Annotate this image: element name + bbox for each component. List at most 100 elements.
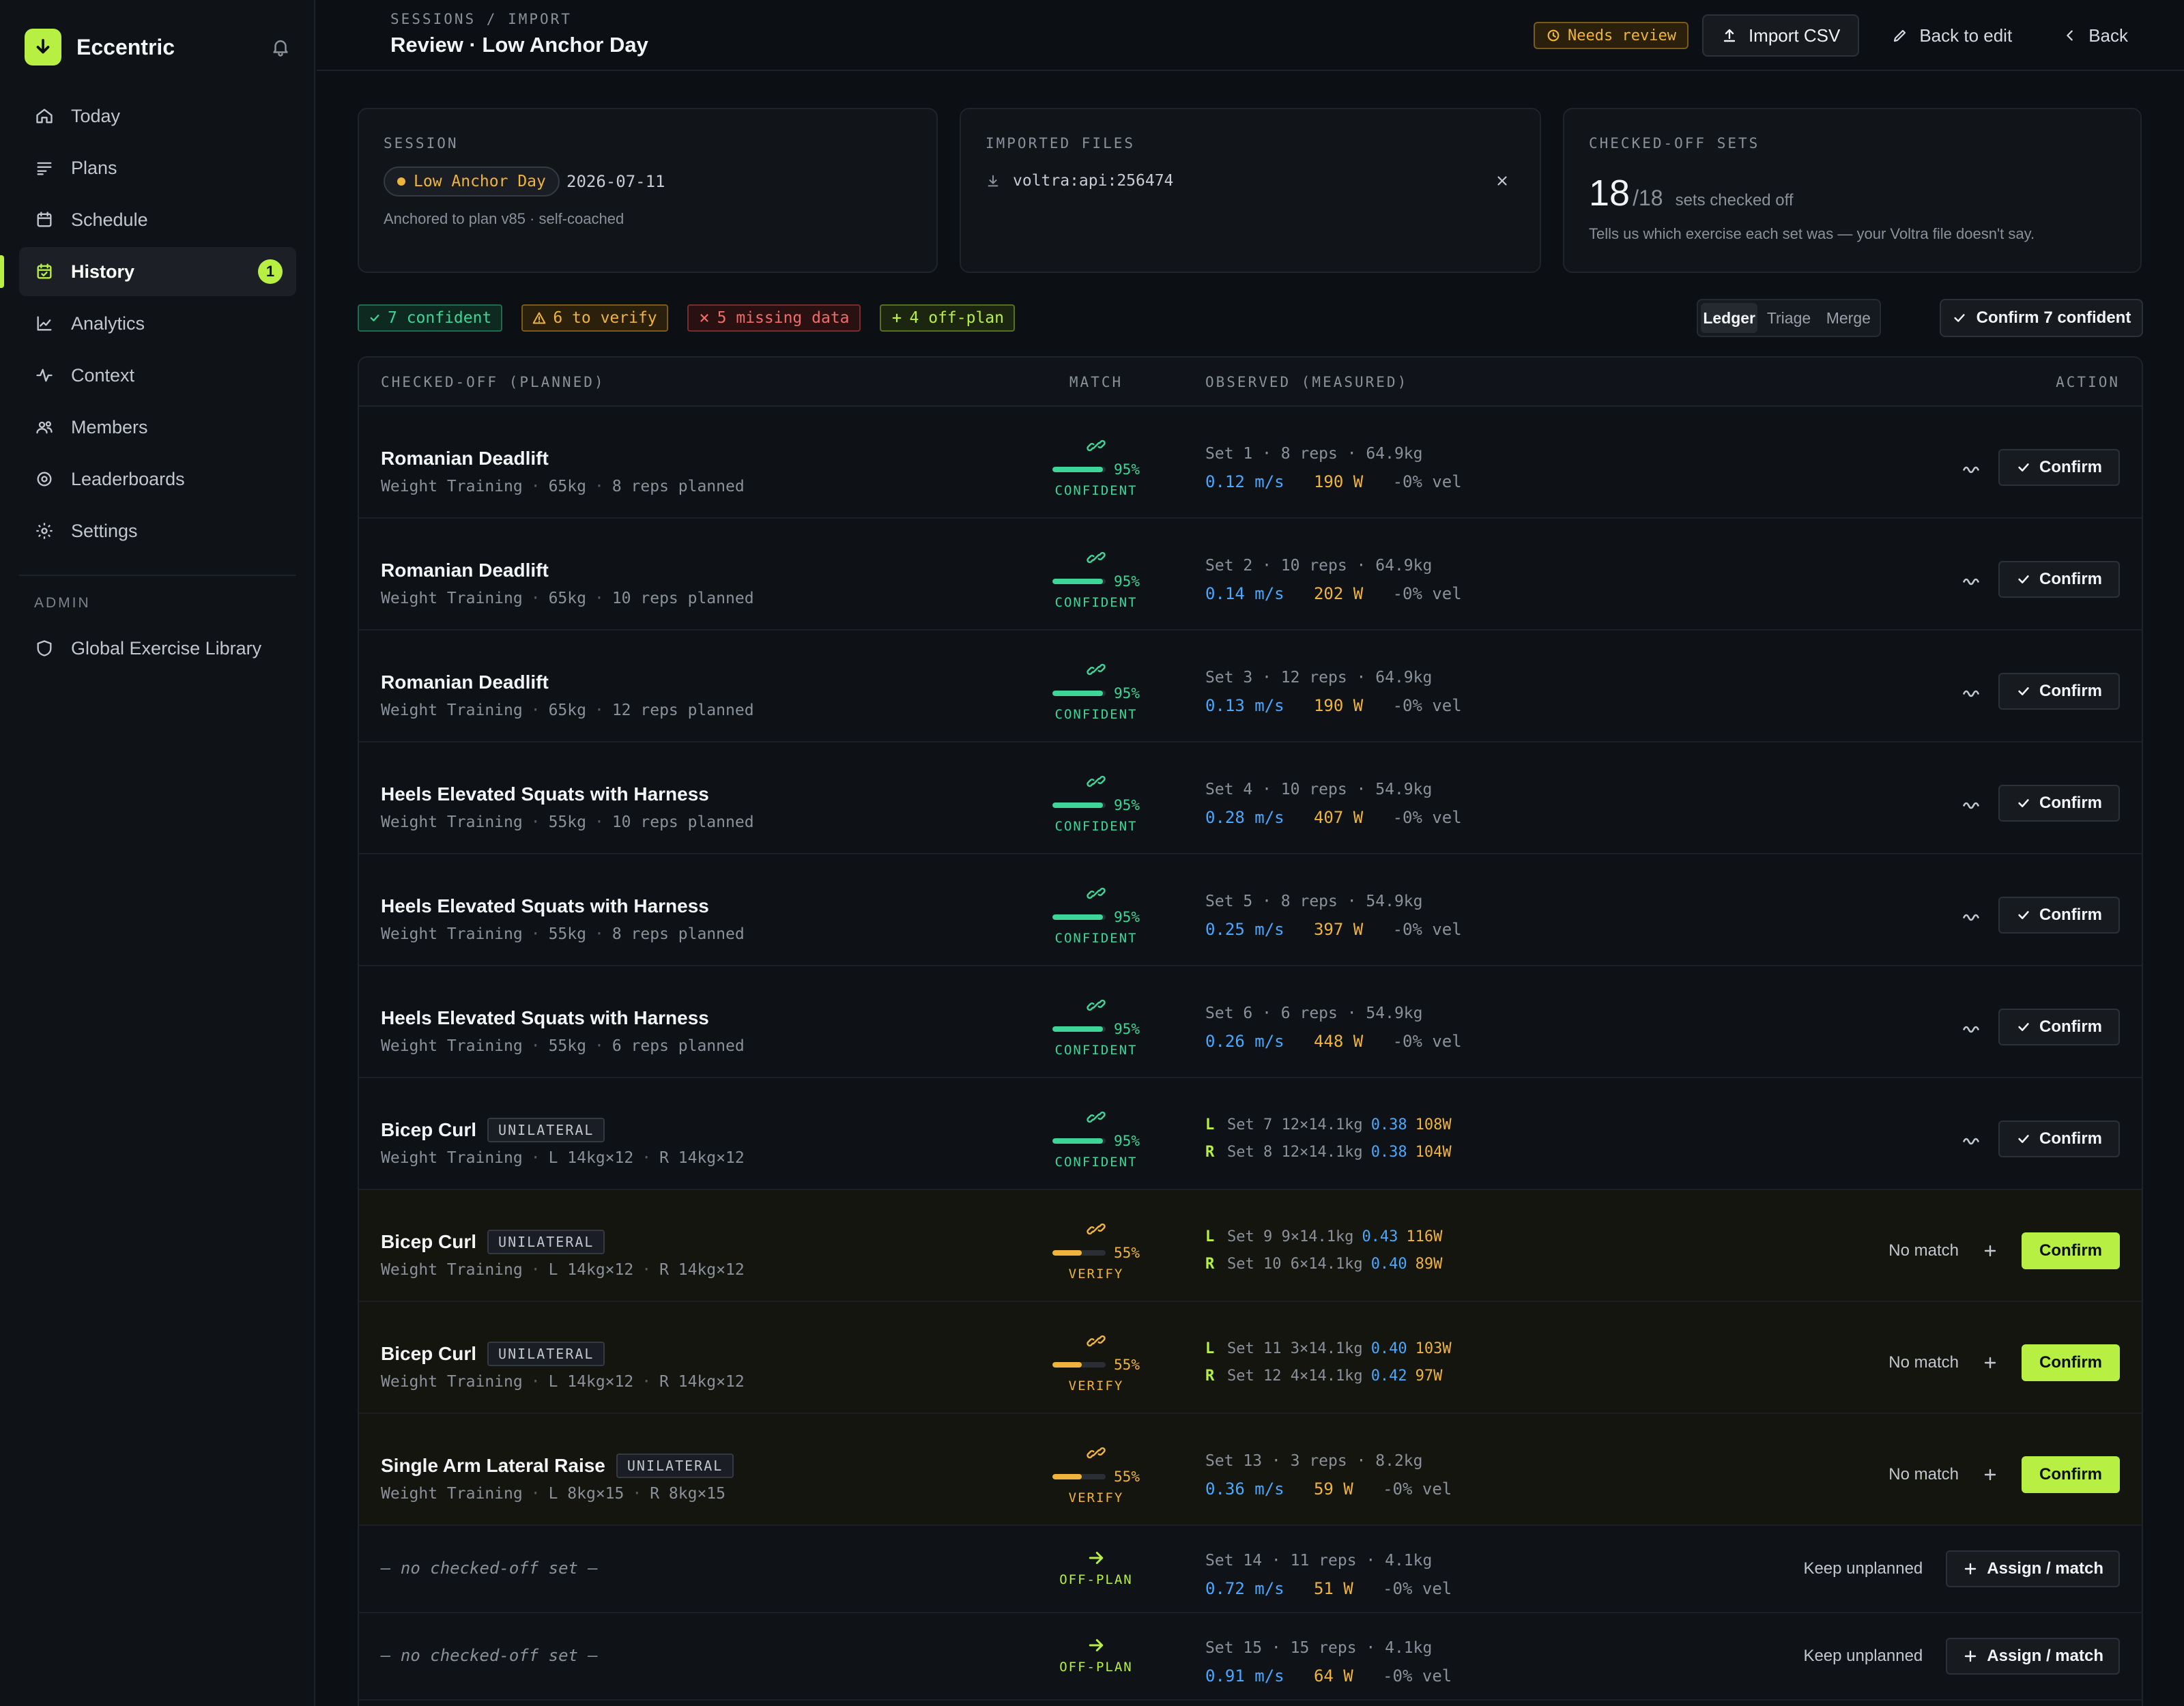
planned-meta: Weight Training · 55kg · 6 reps planned — [381, 1037, 745, 1055]
table-row[interactable]: Romanian Deadlift Weight Training · 65kg · 1… — [359, 631, 2142, 742]
unilateral-tag: UNILATERAL — [487, 1342, 605, 1366]
no-match-button[interactable]: No match — [1888, 1353, 1959, 1372]
set-summary: Set 11 3×14.1kg — [1227, 1340, 1363, 1357]
confirm-button[interactable]: Confirm — [1998, 785, 2120, 822]
match-bar-fill — [1052, 1250, 1082, 1256]
confirm-button[interactable]: Confirm — [1998, 1121, 2120, 1157]
power: 51 W — [1313, 1579, 1353, 1598]
velocity: 0.91 m/s — [1205, 1666, 1284, 1686]
keep-unplanned-button[interactable]: Keep unplanned — [1803, 1559, 1923, 1578]
confirm-button[interactable]: Confirm — [1998, 561, 2120, 598]
table-row[interactable]: Heels Elevated Squats with Harness Weigh… — [359, 854, 2142, 966]
match-percent: 95% — [1114, 685, 1140, 702]
power: 407 W — [1313, 808, 1364, 827]
sidebar-item-history[interactable]: History 1 — [0, 247, 296, 296]
sidebar-item-context[interactable]: Context — [19, 351, 296, 400]
match-bar-fill — [1052, 1026, 1104, 1032]
import-csv-button[interactable]: Import CSV — [1701, 14, 1860, 57]
brand[interactable]: Eccentric — [25, 29, 291, 66]
confirm-button[interactable]: Confirm — [1998, 1009, 2120, 1045]
wave-icon[interactable] — [1957, 454, 1985, 481]
plus-icon[interactable] — [1977, 1349, 2004, 1376]
confirm-label: Confirm — [2039, 458, 2102, 476]
sets-subtitle: Tells us which exercise each set was — y… — [1589, 225, 2035, 242]
confirm-button[interactable]: Confirm — [2022, 1232, 2120, 1269]
table-row[interactable]: — no checked-off set — OFF-PLAN Set 14 ·… — [359, 1526, 2142, 1613]
unilateral-tag: UNILATERAL — [616, 1454, 734, 1478]
filter-missing[interactable]: 5 missing data — [687, 304, 861, 332]
sidebar-item-schedule[interactable]: Schedule — [19, 195, 296, 244]
table-row[interactable]: Single Arm Lateral Raise UNILATERAL Weigh… — [359, 1414, 2142, 1526]
filter-verify[interactable]: 6 to verify — [521, 304, 668, 332]
wave-icon[interactable] — [1957, 678, 1985, 705]
table-row[interactable]: Romanian Deadlift Weight Training · 65kg · 8… — [359, 407, 2142, 519]
unilateral-set-right: R Set 8 12×14.1kg 0.38 104W — [1205, 1144, 1452, 1166]
bell-icon[interactable] — [270, 37, 291, 57]
confirm-label: Confirm — [2039, 794, 2102, 812]
tab-merge[interactable]: Merge — [1820, 303, 1877, 333]
session-name-pill[interactable]: Low Anchor Day — [384, 167, 560, 197]
power: 190 W — [1313, 472, 1364, 491]
filter-offplan[interactable]: 4 off-plan — [879, 304, 1016, 332]
sidebar-item-settings[interactable]: Settings — [19, 506, 296, 555]
confirm-button[interactable]: Confirm — [1998, 673, 2120, 710]
close-icon[interactable] — [1495, 173, 1510, 188]
match-status: OFF-PLAN — [1059, 1572, 1133, 1587]
table-row[interactable]: Romanian Deadlift Weight Training · 65kg · 1… — [359, 519, 2142, 631]
no-match-button[interactable]: No match — [1888, 1241, 1959, 1260]
velocity: 0.40 — [1370, 1340, 1407, 1357]
match-percent: 55% — [1114, 1469, 1140, 1485]
filter-confident[interactable]: 7 confident — [358, 304, 503, 332]
confirm-button[interactable]: Confirm — [2022, 1344, 2120, 1381]
confirm-all-confident-button[interactable]: Confirm 7 confident — [1940, 299, 2143, 337]
back-button[interactable]: Back — [2045, 14, 2146, 57]
sets-checked-count: 18 — [1589, 173, 1630, 214]
plus-icon[interactable] — [1977, 1237, 2004, 1264]
wave-icon[interactable] — [1957, 1125, 1985, 1153]
confirm-button[interactable]: Confirm — [1998, 897, 2120, 934]
tab-triage[interactable]: Triage — [1760, 303, 1817, 333]
match-bar — [1052, 1026, 1106, 1032]
action-cell: Confirm — [1957, 1121, 2120, 1157]
power: 97W — [1415, 1368, 1443, 1385]
no-match-button[interactable]: No match — [1888, 1465, 1959, 1484]
set-summary: Set 15 · 15 reps · 4.1kg — [1205, 1639, 1433, 1657]
table-row[interactable]: Heels Elevated Squats with Harness Weigh… — [359, 966, 2142, 1078]
set-metrics: 0.25 m/s 397 W -0% vel — [1205, 920, 1462, 942]
confirm-button[interactable]: Confirm — [2022, 1456, 2120, 1493]
match-percent: 95% — [1114, 573, 1140, 590]
match-cell: 55% VERIFY — [1041, 1219, 1151, 1282]
sidebar-item-today[interactable]: Today — [19, 91, 296, 141]
breadcrumb[interactable]: SESSIONS / IMPORT — [390, 11, 572, 27]
sidebar-item-plans[interactable]: Plans — [19, 143, 296, 192]
x-icon — [698, 312, 710, 324]
card-label: CHECKED-OFF SETS — [1589, 135, 1760, 151]
match-bar-fill — [1052, 579, 1104, 584]
match-cell: 95% CONFIDENT — [1041, 1107, 1151, 1170]
confirm-button[interactable]: Confirm — [1998, 449, 2120, 486]
sidebar-item-analytics[interactable]: Analytics — [19, 299, 296, 348]
match-cell: 95% CONFIDENT — [1041, 435, 1151, 498]
plus-icon[interactable] — [1977, 1461, 2004, 1488]
wave-icon[interactable] — [1957, 790, 1985, 817]
check-icon — [2016, 572, 2031, 587]
table-row[interactable]: Bicep Curl UNILATERAL Weight Training · L 1… — [359, 1190, 2142, 1302]
sidebar-item-members[interactable]: Members — [19, 403, 296, 452]
assign-match-button[interactable]: Assign / match — [1946, 1550, 2120, 1587]
assign-match-button[interactable]: Assign / match — [1946, 1638, 2120, 1675]
keep-unplanned-button[interactable]: Keep unplanned — [1803, 1647, 1923, 1666]
planned-meta-item: 65kg — [548, 478, 586, 495]
table-row[interactable]: Bicep Curl UNILATERAL Weight Training · L 1… — [359, 1078, 2142, 1190]
wave-icon[interactable] — [1957, 566, 1985, 593]
table-row[interactable]: — no checked-off set — OFF-PLAN Set 15 ·… — [359, 1613, 2142, 1701]
sidebar-item-leaderboards[interactable]: Leaderboards — [19, 454, 296, 504]
match-bar-fill — [1052, 1474, 1082, 1479]
table-row[interactable]: Bicep Curl UNILATERAL Weight Training · L 1… — [359, 1302, 2142, 1414]
wave-icon[interactable] — [1957, 901, 1985, 929]
tab-ledger[interactable]: Ledger — [1701, 303, 1758, 333]
back-to-edit-button[interactable]: Back to edit — [1874, 14, 2030, 57]
match-cell: 95% CONFIDENT — [1041, 659, 1151, 722]
wave-icon[interactable] — [1957, 1013, 1985, 1041]
sidebar-item-global-exercise-library[interactable]: Global Exercise Library — [19, 624, 296, 673]
table-row[interactable]: Heels Elevated Squats with Harness Weigh… — [359, 742, 2142, 854]
